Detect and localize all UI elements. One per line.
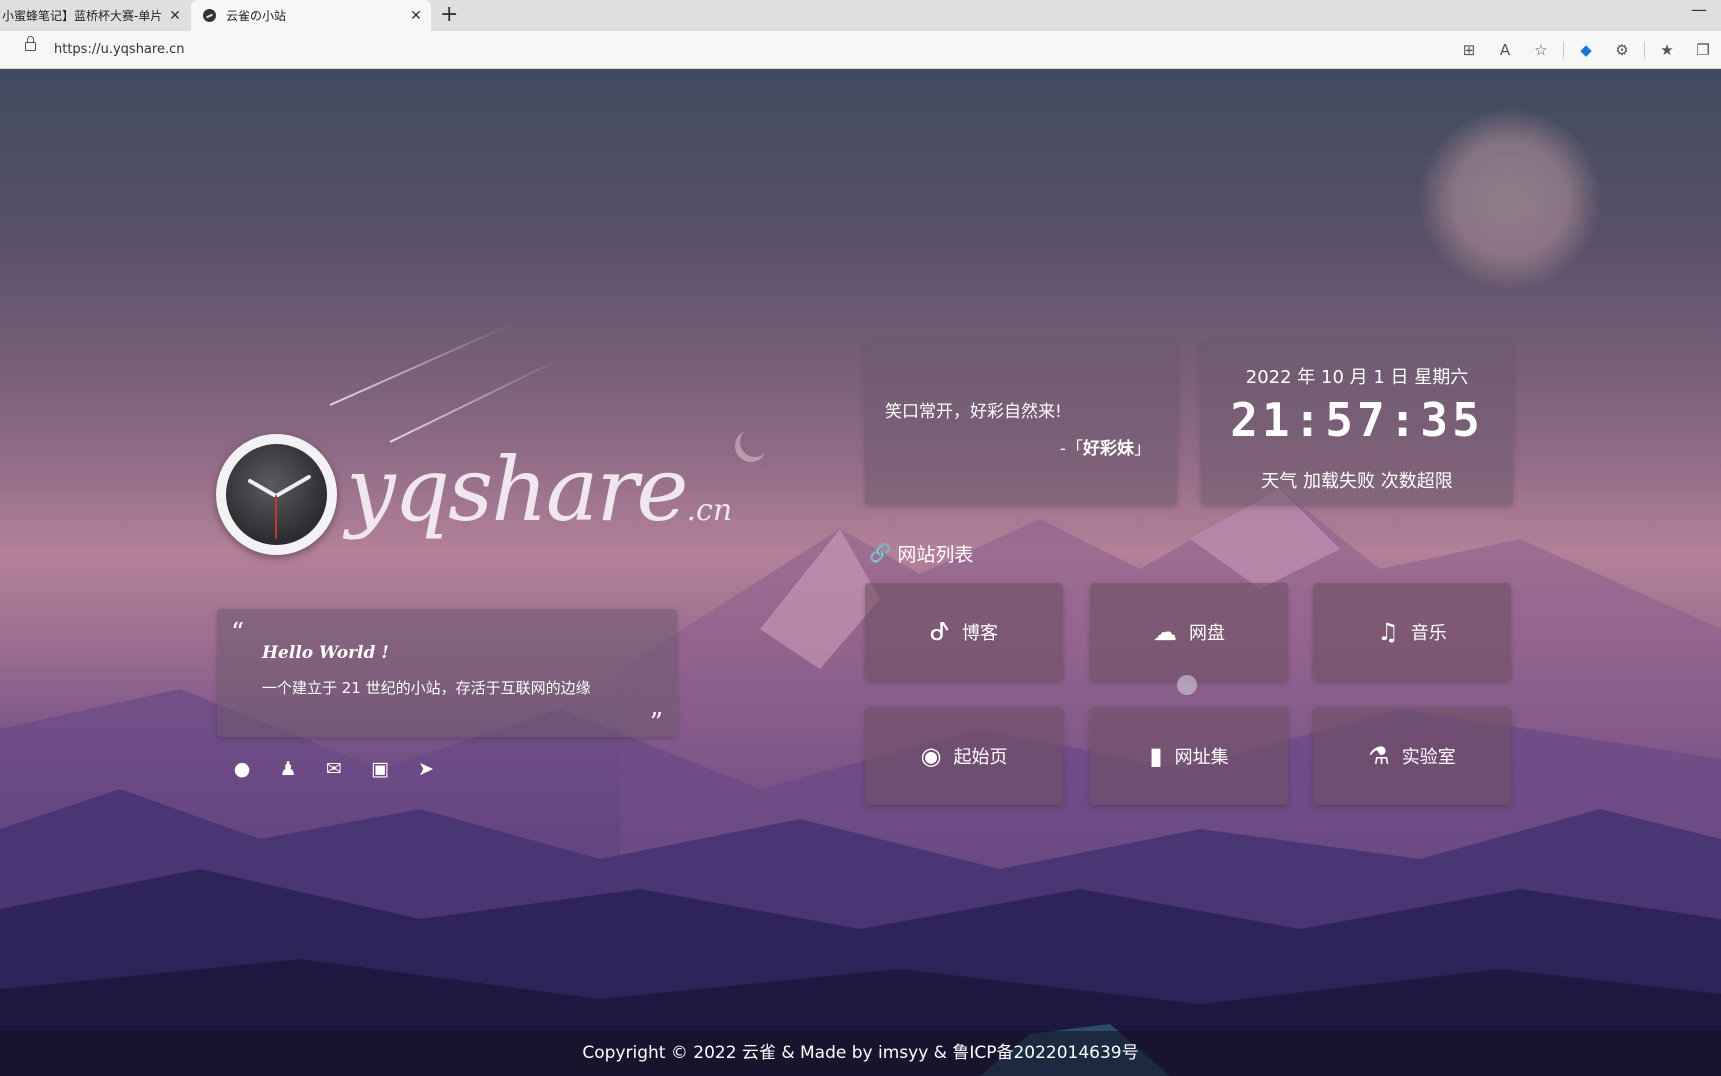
hitokoto-source-name: 好彩妹 <box>1083 439 1134 459</box>
logo-text: yqshare.cn <box>346 430 732 571</box>
mail-icon[interactable]: ✉ <box>322 757 346 781</box>
add-favorite-icon[interactable]: ☆ <box>1523 41 1559 59</box>
site-button-cloud-drive[interactable]: ☁ 网盘 <box>1090 583 1288 681</box>
site-button-bookmarks[interactable]: ▮ 网址集 <box>1090 707 1288 805</box>
favorites-icon[interactable]: ★ <box>1649 41 1685 59</box>
intro-description: 一个建立于 21 世纪的小站，存活于互联网的边缘 <box>262 679 591 697</box>
read-aloud-icon[interactable]: A <box>1487 41 1523 59</box>
site-button-label: 起始页 <box>953 747 1008 768</box>
open-quote-icon: “ <box>231 618 245 648</box>
hitokoto-source-prefix: -「 <box>1059 439 1083 459</box>
logo-main: yqshare <box>346 438 688 541</box>
toolbar-icons: ⊞ A ☆ ◆ ⚙ ★ ❐ <box>1451 31 1721 69</box>
landscape-illustration <box>0 489 1721 1076</box>
clock-text: 21:57:35 <box>1230 393 1484 447</box>
weather-text: 天气 加载失败 次数超限 <box>1261 471 1453 492</box>
extension-icon[interactable]: ◆ <box>1568 41 1604 59</box>
logo-suffix: .cn <box>686 493 733 528</box>
divider <box>1563 41 1564 59</box>
tab-xiaomifeng[interactable]: 小蜜蜂笔记】蓝桥杯大赛-单片 ✕ <box>0 0 190 31</box>
tab-bar: 小蜜蜂笔记】蓝桥杯大赛-单片 ✕ 云雀の小站 ✕ + — <box>0 0 1721 31</box>
page-background: yqshare.cn “ Hello World ! 一个建立于 21 世纪的小… <box>0 69 1721 1076</box>
site-button-label: 音乐 <box>1410 623 1447 644</box>
new-tab-button[interactable]: + <box>440 2 458 28</box>
lock-icon[interactable] <box>25 36 36 51</box>
site-button-label: 博客 <box>961 623 998 644</box>
hitokoto-source: -「好彩妹」 <box>1060 434 1151 459</box>
cursor-indicator <box>1177 675 1197 695</box>
hitokoto-text: 笑口常开，好彩自然来! <box>885 402 1062 422</box>
minimize-icon[interactable]: — <box>1691 0 1707 19</box>
cloud-icon: ☁ <box>1153 618 1177 646</box>
social-links: ● ♟ ✉ ▣ ➤ <box>230 757 438 781</box>
site-button-lab[interactable]: ⚗ 实验室 <box>1313 707 1511 805</box>
clock-logo-icon <box>216 434 337 555</box>
address-bar: https://u.yqshare.cn ⊞ A ☆ ◆ ⚙ ★ ❐ <box>0 31 1721 69</box>
collections-icon[interactable]: ❐ <box>1685 41 1721 59</box>
telegram-icon[interactable]: ➤ <box>414 757 438 781</box>
tab-label: 云雀の小站 <box>226 9 287 23</box>
extensions-icon[interactable]: ⚙ <box>1604 41 1640 59</box>
app-available-icon[interactable]: ⊞ <box>1451 41 1487 59</box>
date-text: 2022 年 10 月 1 日 星期六 <box>1245 367 1469 388</box>
site-list-heading: 🔗 网站列表 <box>869 540 973 567</box>
tab-label: 小蜜蜂笔记】蓝桥杯大赛-单片 <box>2 9 163 23</box>
bilibili-icon[interactable]: ▣ <box>368 757 392 781</box>
bookmark-icon: ▮ <box>1149 742 1163 770</box>
qq-icon[interactable]: ♟ <box>276 757 300 781</box>
tab-yqshare[interactable]: 云雀の小站 ✕ <box>191 0 431 31</box>
hitokoto-source-suffix: 」 <box>1134 439 1151 459</box>
close-icon[interactable]: ✕ <box>407 8 425 24</box>
site-list-title: 网站列表 <box>897 544 974 566</box>
github-icon[interactable]: ● <box>230 757 254 781</box>
site-button-blog[interactable]: ᕷ 博客 <box>865 583 1063 681</box>
music-icon: ♫ <box>1377 618 1399 646</box>
blog-icon: ᕷ <box>930 618 950 646</box>
compass-icon: ◉ <box>920 742 942 770</box>
site-button-start-page[interactable]: ◉ 起始页 <box>865 707 1063 805</box>
footer-text[interactable]: Copyright © 2022 云雀 & Made by imsyy & 鲁I… <box>582 1043 1138 1063</box>
flask-icon: ⚗ <box>1368 742 1390 770</box>
hitokoto-card[interactable]: 笑口常开，好彩自然来! -「好彩妹」 <box>865 341 1177 505</box>
site-button-music[interactable]: ♫ 音乐 <box>1313 583 1511 681</box>
divider <box>1644 41 1645 59</box>
intro-card: “ Hello World ! 一个建立于 21 世纪的小站，存活于互联网的边缘… <box>217 609 677 737</box>
site-logo: yqshare.cn <box>216 434 732 564</box>
close-quote-icon: ” <box>649 708 663 738</box>
url-field[interactable]: https://u.yqshare.cn <box>54 42 184 57</box>
site-button-label: 网盘 <box>1189 623 1225 644</box>
site-favicon-icon <box>203 9 216 22</box>
close-icon[interactable]: ✕ <box>166 8 184 24</box>
site-button-label: 网址集 <box>1174 747 1229 768</box>
time-card: 2022 年 10 月 1 日 星期六 21:57:35 天气 加载失败 次数超… <box>1201 341 1513 505</box>
link-icon: 🔗 <box>869 543 892 564</box>
site-button-label: 实验室 <box>1401 747 1456 768</box>
intro-title: Hello World ! <box>262 643 389 663</box>
footer: Copyright © 2022 云雀 & Made by imsyy & 鲁I… <box>0 1031 1721 1076</box>
